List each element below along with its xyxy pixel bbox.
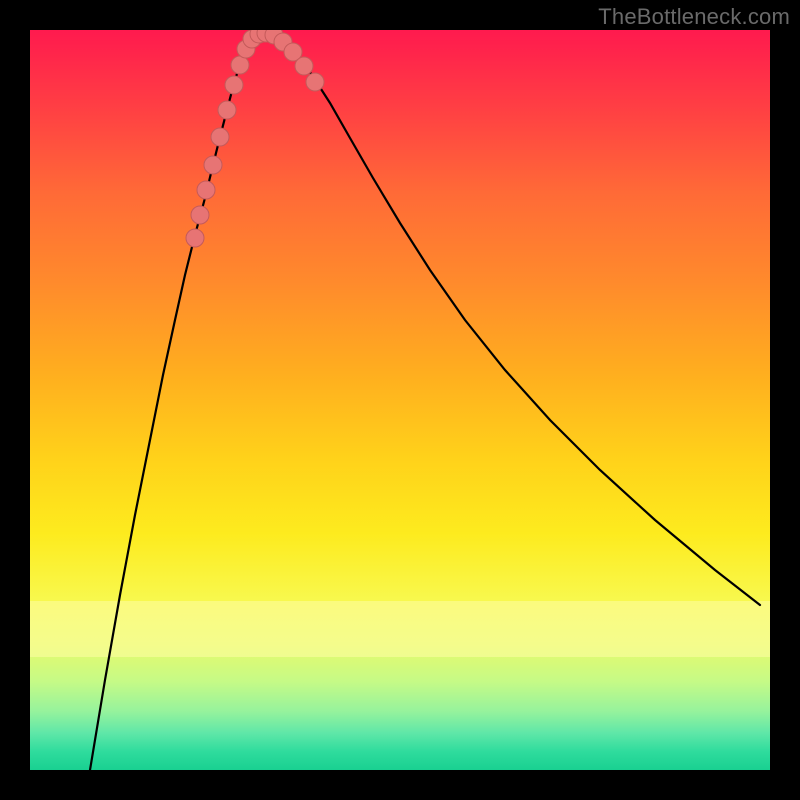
marker-dot [218, 101, 236, 119]
marker-group [186, 30, 324, 247]
chart-svg [30, 30, 770, 770]
chart-plot-area [30, 30, 770, 770]
bottleneck-curve [90, 33, 760, 770]
marker-dot [225, 76, 243, 94]
marker-dot [295, 57, 313, 75]
watermark-text: TheBottleneck.com [598, 4, 790, 30]
marker-dot [306, 73, 324, 91]
marker-dot [204, 156, 222, 174]
marker-dot [231, 56, 249, 74]
marker-dot [186, 229, 204, 247]
marker-dot [211, 128, 229, 146]
marker-dot [191, 206, 209, 224]
marker-dot [197, 181, 215, 199]
